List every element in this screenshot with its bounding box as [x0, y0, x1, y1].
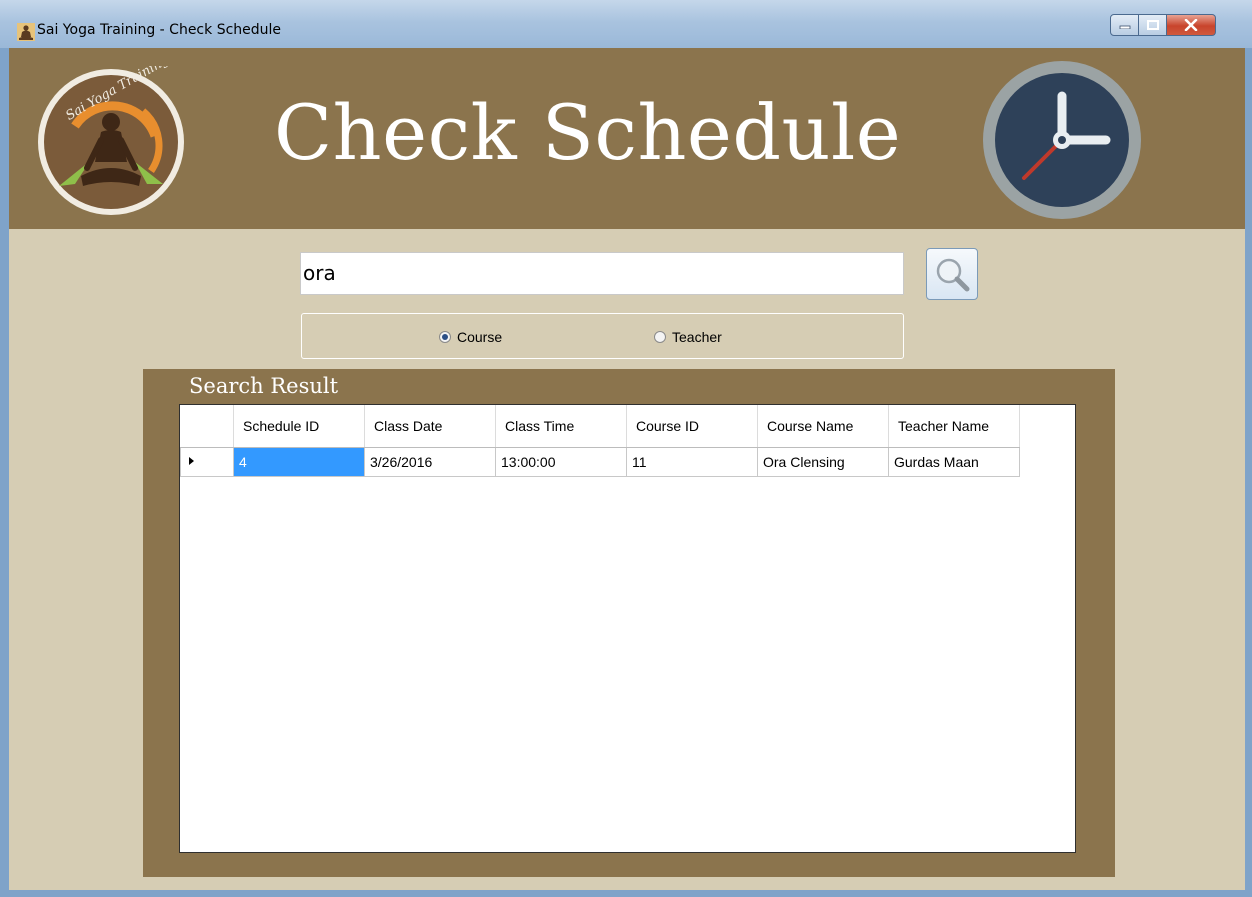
- column-header-class-date[interactable]: Class Date: [364, 405, 496, 448]
- minimize-button[interactable]: [1110, 14, 1139, 36]
- header-row: Schedule ID Class Date Class Time Course…: [180, 405, 1020, 448]
- table-row[interactable]: 4 3/26/2016 13:00:00 11 Ora Clensing Gur…: [180, 447, 1020, 477]
- radio-course-label: Course: [457, 329, 503, 345]
- column-header-class-time[interactable]: Class Time: [495, 405, 627, 448]
- search-result-panel: Search Result Schedule ID Class Date Cla…: [143, 369, 1115, 877]
- page-title: Check Schedule: [274, 88, 902, 177]
- radio-course[interactable]: Course: [439, 329, 502, 345]
- cell-teacher-name[interactable]: Gurdas Maan: [888, 447, 1020, 477]
- cell-class-time[interactable]: 13:00:00: [495, 447, 627, 477]
- column-header-course-id[interactable]: Course ID: [626, 405, 758, 448]
- sai-yoga-logo: Sai Yoga Training: [38, 66, 184, 215]
- results-table: Schedule ID Class Date Class Time Course…: [180, 405, 1020, 477]
- column-header-schedule-id[interactable]: Schedule ID: [233, 405, 365, 448]
- search-input[interactable]: ora: [300, 252, 904, 295]
- caption-buttons: [1110, 14, 1216, 38]
- results-grid[interactable]: Schedule ID Class Date Class Time Course…: [179, 404, 1076, 853]
- cell-course-id[interactable]: 11: [626, 447, 758, 477]
- radio-teacher[interactable]: Teacher: [654, 329, 722, 345]
- magnifier-icon: [936, 258, 970, 292]
- client-area: Sai Yoga Training Check Schedule ora Cou…: [9, 48, 1245, 890]
- close-icon: [1184, 19, 1198, 31]
- cell-schedule-id[interactable]: 4: [233, 447, 365, 477]
- column-header-course-name[interactable]: Course Name: [757, 405, 889, 448]
- window-title: Sai Yoga Training - Check Schedule: [37, 22, 282, 38]
- search-result-label: Search Result: [189, 374, 339, 398]
- search-filter-group: Course Teacher: [301, 313, 904, 359]
- maximize-button[interactable]: [1139, 14, 1167, 36]
- search-button[interactable]: [926, 248, 978, 300]
- minimize-icon: [1119, 25, 1130, 29]
- clock-icon: [983, 61, 1141, 219]
- row-header-corner: [180, 405, 234, 448]
- header-banner: Sai Yoga Training Check Schedule: [9, 48, 1245, 229]
- radio-course-button[interactable]: [439, 331, 451, 343]
- meditation-app-icon: [17, 23, 35, 41]
- column-header-teacher-name[interactable]: Teacher Name: [888, 405, 1020, 448]
- radio-teacher-button[interactable]: [654, 331, 666, 343]
- radio-teacher-label: Teacher: [672, 329, 722, 345]
- app-window: Sai Yoga Training - Check Schedule Sai Y…: [0, 0, 1252, 897]
- cell-course-name[interactable]: Ora Clensing: [757, 447, 889, 477]
- cell-class-date[interactable]: 3/26/2016: [364, 447, 496, 477]
- current-row-arrow-icon: [189, 457, 194, 465]
- title-bar[interactable]: Sai Yoga Training - Check Schedule: [0, 0, 1252, 48]
- close-button[interactable]: [1167, 14, 1216, 36]
- row-selector[interactable]: [180, 447, 234, 477]
- maximize-icon: [1146, 20, 1159, 30]
